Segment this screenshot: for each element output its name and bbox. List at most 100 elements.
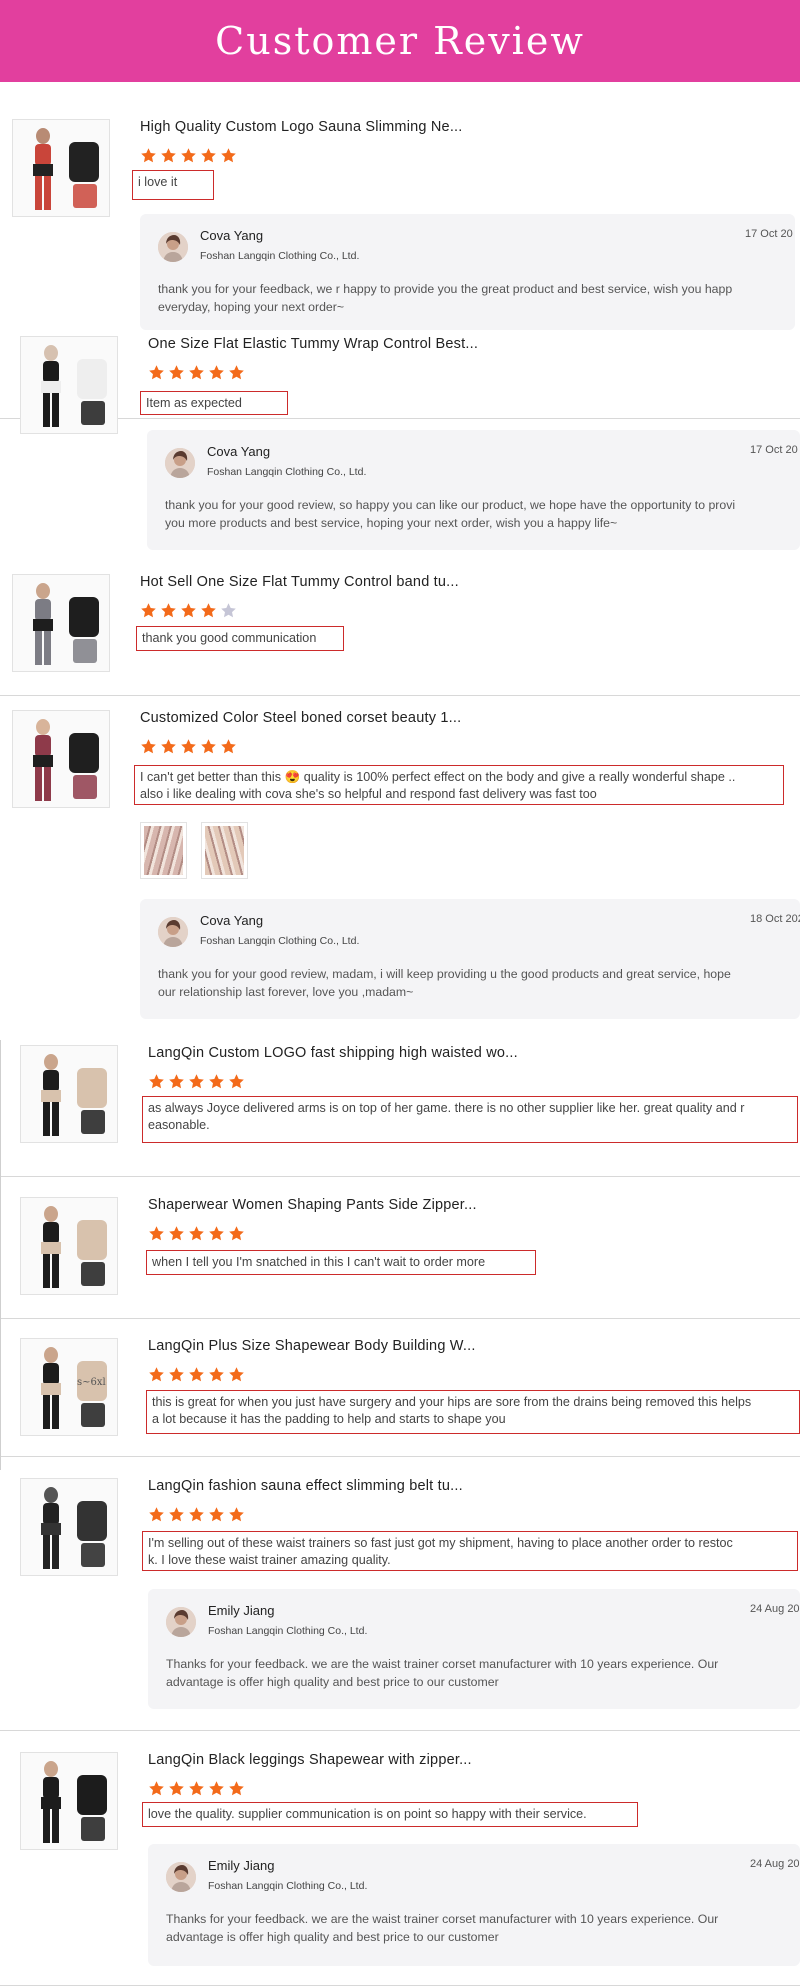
product-thumbnail[interactable] — [20, 336, 118, 434]
reply-text: Thanks for your feedback. we are the wai… — [166, 1910, 718, 1946]
star-filled-icon — [169, 1507, 184, 1522]
review-divider — [0, 1176, 800, 1177]
product-title[interactable]: LangQin Plus Size Shapewear Body Buildin… — [148, 1338, 688, 1354]
replier-name: Cova Yang — [207, 444, 271, 459]
star-filled-icon — [149, 1367, 164, 1382]
star-filled-icon — [181, 603, 196, 618]
review-comment: as always Joyce delivered arms is on top… — [142, 1096, 798, 1143]
star-filled-icon — [169, 1226, 184, 1241]
reply-line: advantage is offer high quality and best… — [166, 1930, 499, 1944]
product-title[interactable]: High Quality Custom Logo Sauna Slimming … — [140, 119, 688, 135]
review-divider — [0, 1730, 800, 1731]
supplier-reply: Cova Yang Foshan Langqin Clothing Co., Lt… — [147, 430, 800, 550]
star-rating — [140, 147, 237, 164]
star-filled-icon — [229, 1074, 244, 1089]
comment-line: i love it — [138, 175, 178, 189]
product-thumbnail[interactable] — [12, 119, 110, 217]
comment-line: as always Joyce delivered arms is on top… — [148, 1101, 745, 1115]
star-filled-icon — [169, 1367, 184, 1382]
star-filled-icon — [169, 365, 184, 380]
comment-line: easonable. — [148, 1118, 210, 1132]
comment-line: I'm selling out of these waist trainers … — [148, 1536, 733, 1550]
product-title[interactable]: One Size Flat Elastic Tummy Wrap Control… — [148, 336, 688, 352]
product-title[interactable]: LangQin Custom LOGO fast shipping high w… — [148, 1045, 688, 1061]
star-filled-icon — [189, 1507, 204, 1522]
review-comment: I can't get better than this 😍 quality i… — [134, 765, 784, 805]
comment-line: this is great for when you just have sur… — [152, 1395, 752, 1409]
product-image — [21, 1479, 117, 1575]
star-filled-icon — [161, 148, 176, 163]
star-filled-icon — [181, 739, 196, 754]
review-divider — [0, 695, 800, 696]
photo-image — [144, 826, 183, 875]
left-guide-line — [0, 1040, 1, 1470]
star-filled-icon — [229, 1507, 244, 1522]
review-photo[interactable] — [201, 822, 248, 879]
reply-line: everyday, hoping your next order~ — [158, 300, 345, 314]
product-title[interactable]: LangQin fashion sauna effect slimming be… — [148, 1478, 688, 1494]
avatar — [158, 232, 188, 262]
product-image — [21, 1046, 117, 1142]
supplier-reply: Cova Yang Foshan Langqin Clothing Co., Lt… — [140, 214, 795, 330]
reply-text: thank you for your feedback, we r happy … — [158, 280, 732, 316]
product-image: s~6xl — [21, 1339, 117, 1435]
avatar — [165, 448, 195, 478]
star-filled-icon — [201, 148, 216, 163]
product-image — [21, 337, 117, 433]
product-thumbnail[interactable] — [20, 1197, 118, 1295]
star-filled-icon — [229, 365, 244, 380]
product-thumbnail[interactable]: s~6xl — [20, 1338, 118, 1436]
star-filled-icon — [201, 603, 216, 618]
star-empty-icon — [221, 603, 236, 618]
comment-line: when I tell you I'm snatched in this I c… — [152, 1255, 486, 1269]
star-filled-icon — [189, 1226, 204, 1241]
replier-name: Cova Yang — [200, 913, 264, 928]
product-title[interactable]: Shaperwear Women Shaping Pants Side Zipp… — [148, 1197, 688, 1213]
star-filled-icon — [201, 739, 216, 754]
review-photo[interactable] — [140, 822, 187, 879]
product-thumbnail[interactable] — [20, 1478, 118, 1576]
avatar-image — [158, 917, 188, 947]
star-filled-icon — [149, 1226, 164, 1241]
reply-date: 24 Aug 20 — [750, 1603, 800, 1615]
star-rating — [148, 1780, 245, 1797]
review-item: One Size Flat Elastic Tummy Wrap Control… — [20, 336, 800, 436]
product-thumbnail[interactable] — [12, 574, 110, 672]
star-filled-icon — [229, 1226, 244, 1241]
replier-name: Emily Jiang — [208, 1858, 275, 1873]
star-filled-icon — [221, 148, 236, 163]
supplier-reply: Cova Yang Foshan Langqin Clothing Co., Lt… — [140, 899, 800, 1019]
star-rating — [148, 1225, 245, 1242]
comment-line: k. I love these waist trainer amazing qu… — [148, 1553, 391, 1567]
reply-date: 18 Oct 202 — [750, 913, 800, 925]
product-title[interactable]: Customized Color Steel boned corset beau… — [140, 710, 688, 726]
supplier-reply: Emily Jiang Foshan Langqin Clothing Co., … — [148, 1589, 800, 1709]
product-title[interactable]: Hot Sell One Size Flat Tummy Control ban… — [140, 574, 688, 590]
star-filled-icon — [149, 1507, 164, 1522]
reply-line: advantage is offer high quality and best… — [166, 1675, 499, 1689]
supplier-reply: Emily Jiang Foshan Langqin Clothing Co., … — [148, 1844, 800, 1966]
product-thumbnail[interactable] — [20, 1752, 118, 1850]
reply-line: Thanks for your feedback. we are the wai… — [166, 1912, 719, 1926]
avatar — [166, 1607, 196, 1637]
reply-date: 24 Aug 20 — [750, 1858, 800, 1870]
product-thumbnail[interactable] — [12, 710, 110, 808]
star-filled-icon — [209, 365, 224, 380]
replier-company: Foshan Langqin Clothing Co., Ltd. — [207, 466, 367, 478]
product-thumbnail[interactable] — [20, 1045, 118, 1143]
photo-image — [205, 826, 244, 875]
avatar — [158, 917, 188, 947]
review-divider — [0, 1318, 800, 1319]
review-comment: when I tell you I'm snatched in this I c… — [146, 1250, 536, 1275]
comment-line: thank you good communication — [142, 631, 317, 645]
product-title[interactable]: LangQin Black leggings Shapewear with zi… — [148, 1752, 688, 1768]
star-filled-icon — [209, 1226, 224, 1241]
product-image — [21, 1198, 117, 1294]
star-rating — [140, 738, 237, 755]
review-comment: love the quality. supplier communication… — [142, 1802, 638, 1827]
star-filled-icon — [181, 148, 196, 163]
replier-company: Foshan Langqin Clothing Co., Ltd. — [200, 250, 360, 262]
review-comment: I'm selling out of these waist trainers … — [142, 1531, 798, 1571]
page-title: Customer Review — [215, 19, 585, 63]
star-filled-icon — [169, 1074, 184, 1089]
